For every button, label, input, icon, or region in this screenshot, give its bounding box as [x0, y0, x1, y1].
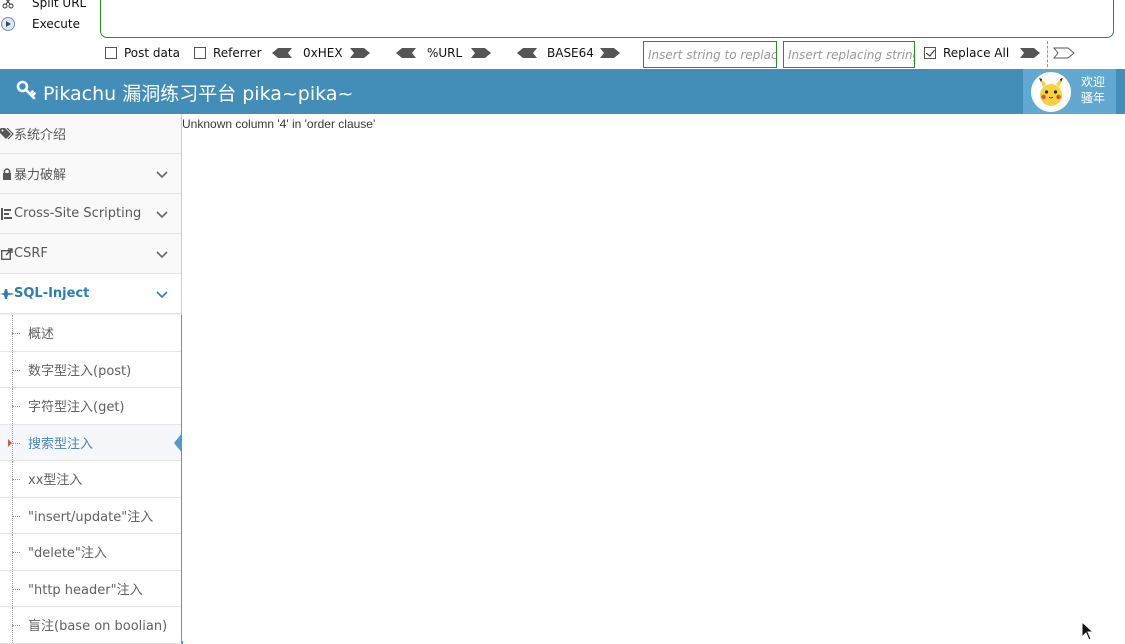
sidebar: 系统介绍 暴力破解 Cross-Site Scripting CSRF SQL-…	[0, 114, 183, 644]
replace-arrow-icon[interactable]	[1019, 47, 1041, 59]
brand-link[interactable]: Pikachu 漏洞练习平台 pika~pika~	[16, 79, 353, 106]
submenu-item-label: "insert/update"注入	[28, 509, 154, 525]
lock-icon	[0, 167, 14, 181]
sidebar-item-sql-inject[interactable]: SQL-Inject	[0, 274, 181, 314]
top-navbar: Pikachu 漏洞练习平台 pika~pika~ 欢迎 骚年	[0, 69, 1125, 114]
fighter-jet-icon	[0, 287, 14, 301]
welcome-line-2: 骚年	[1081, 91, 1106, 105]
submenu-item-search[interactable]: 搜索型注入	[0, 424, 183, 461]
chevron-down-icon	[156, 251, 168, 259]
key-icon	[16, 80, 36, 105]
referrer-checkbox[interactable]: Referrer	[194, 46, 262, 60]
submenu-item-label: 字符型注入(get)	[28, 400, 125, 416]
replace-string-input[interactable]: Insert replacing string	[783, 41, 915, 68]
sql-error-message: Unknown column '4' in 'order clause'	[182, 117, 376, 131]
list-icon	[0, 207, 14, 221]
toolbar-divider	[1047, 41, 1048, 67]
execute-button[interactable]: Execute	[0, 14, 80, 34]
share-icon	[0, 247, 14, 261]
url-encode-arrow-icon[interactable]	[470, 47, 492, 59]
split-url-label: Split URL	[32, 0, 87, 10]
submenu-item-overview[interactable]: 概述	[0, 315, 181, 352]
sql-inject-submenu: 概述 数字型注入(post) 字符型注入(get) 搜索型注入 xx型注入 "i…	[0, 315, 183, 644]
sidebar-item-csrf[interactable]: CSRF	[0, 234, 181, 274]
url-label: %URL	[427, 46, 463, 60]
referrer-label: Referrer	[213, 46, 262, 60]
replace-all-box[interactable]	[924, 47, 936, 59]
sidebar-item-label: 系统介绍	[14, 128, 67, 143]
submenu-item-insert-update[interactable]: "insert/update"注入	[0, 497, 181, 534]
scissors-icon	[0, 0, 16, 11]
pikachu-avatar-icon	[1031, 72, 1071, 112]
base64-label: BASE64	[547, 46, 594, 60]
url-textarea[interactable]	[100, 0, 1114, 38]
hex-encode-arrow-icon[interactable]	[349, 47, 371, 59]
execute-label: Execute	[32, 17, 80, 31]
main-content: Unknown column '4' in 'order clause'	[182, 114, 1125, 641]
chevron-down-icon	[156, 211, 168, 219]
submenu-item-label: 概述	[28, 327, 55, 343]
base64-decode-arrow-icon[interactable]	[516, 47, 538, 59]
welcome-text: 欢迎 骚年	[1081, 74, 1105, 106]
submenu-item-label: "http header"注入	[28, 582, 143, 598]
submenu-item-blind-boolean[interactable]: 盲注(base on boolian)	[0, 607, 181, 644]
hackbar: Split URL Execute Post data Referrer 0xH…	[0, 0, 1125, 69]
find-string-input[interactable]: Insert string to replace	[643, 41, 777, 68]
submenu-item-label: 数字型注入(post)	[28, 363, 132, 379]
hackbar-toolbar: Post data Referrer 0xHEX %URL BASE64 Ins…	[0, 41, 1125, 68]
sidebar-item-label: Cross-Site Scripting	[14, 206, 142, 221]
brand-title: Pikachu 漏洞练习平台 pika~pika~	[43, 83, 354, 105]
url-decode-arrow-icon[interactable]	[395, 47, 417, 59]
sidebar-item-label: SQL-Inject	[14, 286, 90, 301]
submenu-item-label: 搜索型注入	[28, 436, 94, 452]
submenu-item-label: "delete"注入	[28, 546, 107, 562]
tags-icon	[0, 127, 14, 141]
base64-encode-arrow-icon[interactable]	[599, 47, 621, 59]
post-data-box[interactable]	[105, 47, 117, 59]
submenu-item-delete[interactable]: "delete"注入	[0, 534, 181, 571]
sidebar-item-label: 暴力破解	[14, 168, 67, 183]
hex-label: 0xHEX	[303, 46, 343, 60]
submenu-item-xx[interactable]: xx型注入	[0, 461, 181, 498]
replace-all-label: Replace All	[943, 46, 1010, 60]
post-data-checkbox[interactable]: Post data	[105, 46, 180, 60]
submenu-item-numeric-post[interactable]: 数字型注入(post)	[0, 351, 181, 388]
submenu-item-http-header[interactable]: "http header"注入	[0, 570, 181, 607]
sidebar-item-xss[interactable]: Cross-Site Scripting	[0, 194, 181, 234]
replace-all-checkbox[interactable]: Replace All	[924, 46, 1009, 60]
mouse-cursor-icon	[1081, 621, 1095, 641]
referrer-box[interactable]	[194, 47, 206, 59]
sidebar-item-bruteforce[interactable]: 暴力破解	[0, 154, 181, 194]
chevron-down-icon	[156, 291, 168, 299]
welcome-line-1: 欢迎	[1081, 75, 1106, 89]
submenu-item-label: 盲注(base on boolian)	[28, 619, 168, 635]
chevron-down-icon	[156, 171, 168, 179]
sidebar-item-intro[interactable]: 系统介绍	[0, 114, 181, 154]
sidebar-item-label: CSRF	[14, 246, 48, 261]
replace-reverse-arrow-icon[interactable]	[1053, 47, 1075, 59]
submenu-item-label: xx型注入	[28, 473, 83, 489]
caret-right-icon	[8, 438, 12, 447]
split-url-button[interactable]: Split URL	[0, 0, 86, 13]
play-icon	[0, 16, 16, 32]
hex-decode-arrow-icon[interactable]	[271, 47, 293, 59]
post-data-label: Post data	[124, 46, 180, 60]
submenu-item-string-get[interactable]: 字符型注入(get)	[0, 388, 181, 425]
user-menu[interactable]: 欢迎 骚年	[1023, 69, 1116, 114]
